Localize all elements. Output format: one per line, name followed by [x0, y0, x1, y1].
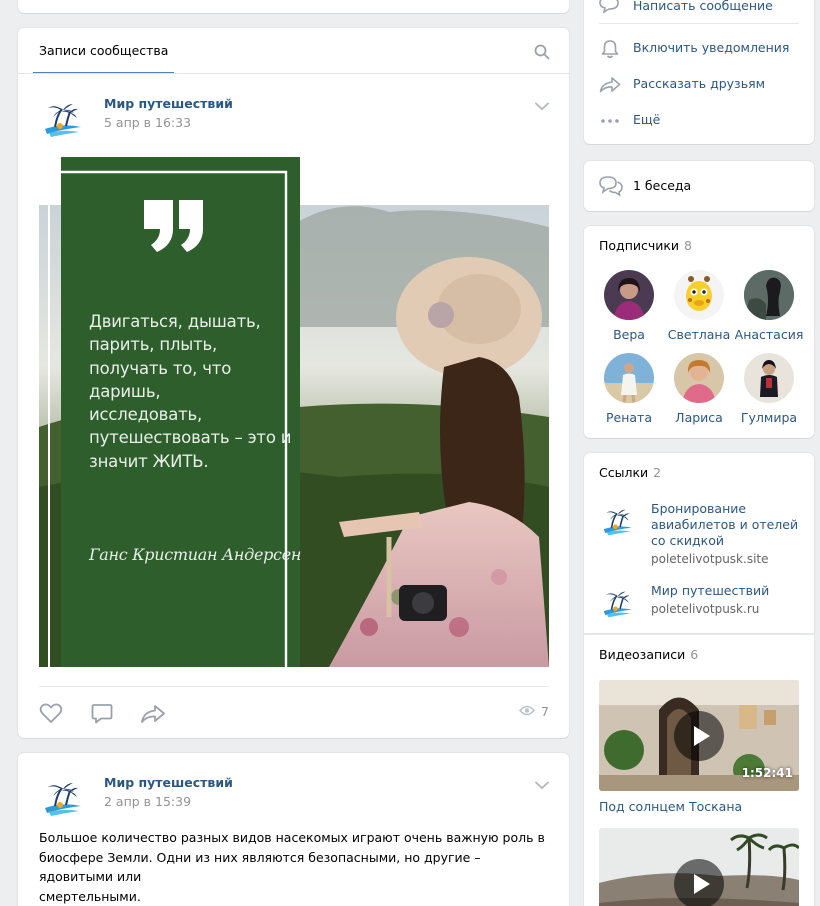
palm-logo-icon [39, 772, 85, 818]
subscriber[interactable]: Лариса [664, 353, 734, 425]
post-author[interactable]: Мир путешествий [104, 775, 233, 790]
post-author[interactable]: Мир путешествий [104, 96, 233, 111]
quote-text: Двигаться, дышать, парить, плыть, получа… [89, 312, 292, 471]
chats-count: 1 беседа [633, 178, 692, 193]
video-thumbnail[interactable] [599, 828, 799, 906]
eye-icon [519, 704, 536, 719]
views-counter: 7 [519, 704, 549, 719]
community-actions: Написать сообщение Включить уведомления … [584, 0, 814, 144]
post-image[interactable]: Двигаться, дышать, парить, плыть, получа… [39, 157, 549, 667]
divider [599, 23, 799, 24]
subscriber[interactable]: Светлана [664, 270, 734, 342]
play-icon[interactable] [674, 859, 724, 906]
link-item[interactable]: Мир путешествий poletelivotpusk.ru [599, 583, 804, 619]
views-count: 7 [541, 704, 549, 719]
chats-block[interactable]: 1 беседа [584, 161, 814, 211]
share-icon[interactable] [140, 704, 166, 724]
palm-logo-icon [599, 583, 635, 619]
link-item[interactable]: Бронирование авиабилетов и отелей со ски… [599, 501, 804, 566]
subscriber[interactable]: Вера [594, 270, 664, 342]
subscribers-block: Подписчики 8 Вера Светлана Анастасия Рена… [584, 226, 814, 438]
links-title[interactable]: Ссылки 2 [599, 465, 661, 480]
chevron-down-icon[interactable] [535, 100, 549, 115]
links-block: Ссылки 2 Бронирование авиабилетов и отеле… [584, 453, 814, 634]
post: Мир путешествий 5 апр в 16:33 Двигаться,… [18, 74, 569, 738]
video-title[interactable]: Под солнцем Тоскана [599, 799, 742, 814]
more-dots-icon [601, 119, 619, 123]
subscriber[interactable]: Рената [594, 353, 664, 425]
videos-title[interactable]: Видеозаписи 6 [599, 647, 698, 662]
avatar [674, 270, 724, 320]
search-icon[interactable] [534, 44, 550, 60]
chevron-down-icon[interactable] [535, 779, 549, 794]
share-icon [599, 76, 621, 94]
avatar [604, 270, 654, 320]
post-date[interactable]: 5 апр в 16:33 [104, 115, 191, 130]
video-duration: 1:52:41 [741, 766, 793, 780]
message-icon [599, 0, 619, 14]
post: Мир путешествий 2 апр в 15:39 Большое ко… [18, 753, 569, 906]
avatar [604, 353, 654, 403]
avatar [674, 353, 724, 403]
avatar [744, 353, 794, 403]
post-text: Большое количество разных видов насекомы… [39, 830, 545, 904]
subscribers-title[interactable]: Подписчики 8 [599, 238, 692, 253]
video-thumbnail[interactable]: 1:52:41 [599, 680, 799, 791]
post-date[interactable]: 2 апр в 15:39 [104, 794, 191, 809]
quote-author: Ганс Кристиан Андерсен [89, 545, 302, 564]
subscriber[interactable]: Анастасия [734, 270, 804, 342]
avatar [744, 270, 794, 320]
chats-icon [598, 175, 624, 197]
heart-icon[interactable] [39, 702, 63, 724]
comment-icon[interactable] [91, 703, 113, 725]
bell-icon [601, 39, 619, 59]
wall-header: Записи сообщества [18, 28, 569, 74]
subscriber[interactable]: Гулмира [734, 353, 804, 425]
divider [39, 686, 549, 687]
palm-logo-icon [599, 501, 635, 537]
community-avatar[interactable] [39, 772, 85, 818]
palm-logo-icon [39, 93, 85, 139]
videos-block: Видеозаписи 6 1:52:41 Под солнцем Тоскана [584, 634, 814, 906]
previous-block-stub [18, 0, 569, 13]
community-avatar[interactable] [39, 93, 85, 139]
play-icon[interactable] [674, 711, 724, 761]
tab-community-posts[interactable]: Записи сообщества [33, 28, 175, 73]
